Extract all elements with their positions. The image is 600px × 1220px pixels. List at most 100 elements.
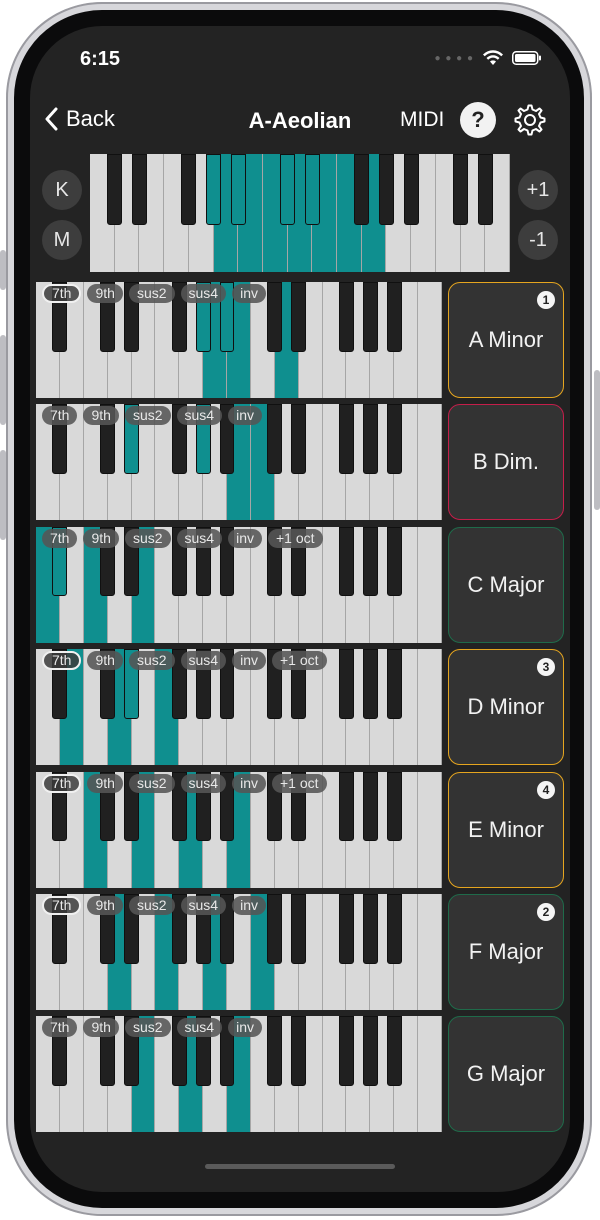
chip-7th[interactable]: 7th [42,896,82,915]
chip-sus4[interactable]: sus4 [180,896,227,915]
white-key[interactable] [418,894,442,1010]
chip-sus4[interactable]: sus4 [180,651,227,671]
home-indicator[interactable] [205,1164,395,1169]
black-key[interactable] [386,771,402,842]
chord-keyboard[interactable]: 7th 9th sus2 sus4 inv +1 oct [36,649,442,766]
black-key[interactable] [267,282,283,352]
chip-9th[interactable]: 9th [87,773,123,793]
black-key[interactable] [386,282,402,352]
chord-button[interactable]: A Minor 1 [448,282,564,398]
chip-inv[interactable]: inv [232,896,266,915]
black-key[interactable] [339,771,354,842]
settings-button[interactable] [512,102,548,138]
chip-9th[interactable]: 9th [87,896,123,915]
black-key[interactable] [267,894,283,964]
black-key[interactable] [403,154,419,225]
chip-sus2[interactable]: sus2 [128,896,175,915]
black-key[interactable] [339,404,354,474]
black-key[interactable] [378,154,395,225]
chord-keyboard[interactable]: 7th 9th sus2 sus4 inv +1 oct [36,526,442,643]
chip-1oct[interactable]: +1 oct [272,773,327,793]
chip-sus4[interactable]: sus4 [176,528,223,548]
black-key[interactable] [362,1016,378,1086]
black-key[interactable] [386,649,402,719]
scale-keyboard[interactable] [90,154,510,272]
k-button[interactable]: K [42,170,82,210]
black-key[interactable] [181,154,197,225]
black-key[interactable] [386,404,402,474]
black-key[interactable] [339,282,354,352]
octave-down-button[interactable]: -1 [518,220,558,260]
black-key[interactable] [362,771,378,842]
black-key[interactable] [477,154,493,225]
black-key[interactable] [362,649,378,719]
chip-inv[interactable]: inv [228,528,262,548]
black-key[interactable] [386,1016,402,1086]
white-key[interactable] [418,404,442,521]
chip-sus2[interactable]: sus2 [128,651,175,671]
chip-inv[interactable]: inv [232,651,266,671]
black-key[interactable] [267,1016,283,1086]
chip-sus2[interactable]: sus2 [124,528,171,548]
black-key[interactable] [362,282,378,352]
chord-button[interactable]: D Minor 3 [448,649,564,766]
black-key[interactable] [205,154,222,225]
chord-keyboard[interactable]: 7th 9th sus2 sus4 inv [36,404,442,521]
chord-button[interactable]: G Major [448,1016,564,1133]
chord-button[interactable]: F Major 2 [448,894,564,1010]
black-key[interactable] [291,282,307,352]
black-key[interactable] [131,154,148,225]
midi-button[interactable]: MIDI [400,108,444,132]
black-key[interactable] [354,154,370,225]
black-key[interactable] [267,404,283,474]
black-key[interactable] [230,154,246,225]
chip-9th[interactable]: 9th [83,406,119,426]
chord-button[interactable]: E Minor 4 [448,771,564,888]
chip-sus4[interactable]: sus4 [180,773,227,793]
chip-inv[interactable]: inv [232,773,266,793]
chip-sus2[interactable]: sus2 [128,773,175,793]
chip-9th[interactable]: 9th [83,1018,119,1038]
black-key[interactable] [279,154,296,225]
chip-7th[interactable]: 7th [42,528,78,548]
octave-up-button[interactable]: +1 [518,170,558,210]
chip-7th[interactable]: 7th [42,284,82,303]
chip-1oct[interactable]: +1 oct [272,651,327,671]
white-key[interactable] [418,282,442,398]
chip-sus4[interactable]: sus4 [176,406,223,426]
chip-inv[interactable]: inv [228,1018,262,1038]
black-key[interactable] [291,404,307,474]
black-key[interactable] [339,1016,354,1086]
black-key[interactable] [339,526,354,597]
chip-7th[interactable]: 7th [42,406,78,426]
black-key[interactable] [362,404,378,474]
black-key[interactable] [304,154,320,225]
black-key[interactable] [386,526,402,597]
help-button[interactable]: ? [460,102,496,138]
chord-keyboard[interactable]: 7th 9th sus2 sus4 inv [36,282,442,398]
white-key[interactable] [418,1016,442,1133]
chip-7th[interactable]: 7th [42,773,82,793]
black-key[interactable] [386,894,402,964]
chord-button[interactable]: C Major [448,526,564,643]
white-key[interactable] [418,771,442,888]
chip-sus2[interactable]: sus2 [124,1018,171,1038]
chord-keyboard[interactable]: 7th 9th sus2 sus4 inv [36,1016,442,1133]
black-key[interactable] [107,154,123,225]
chip-7th[interactable]: 7th [42,1018,78,1038]
chord-keyboard[interactable]: 7th 9th sus2 sus4 inv [36,894,442,1010]
chip-1oct[interactable]: +1 oct [268,528,323,548]
chord-keyboard[interactable]: 7th 9th sus2 sus4 inv +1 oct [36,771,442,888]
black-key[interactable] [339,649,354,719]
chip-7th[interactable]: 7th [42,651,82,671]
black-key[interactable] [339,894,354,964]
chip-9th[interactable]: 9th [83,528,119,548]
chip-inv[interactable]: inv [228,406,262,426]
black-key[interactable] [291,1016,307,1086]
chip-sus4[interactable]: sus4 [180,284,227,303]
black-key[interactable] [452,154,469,225]
chip-sus4[interactable]: sus4 [176,1018,223,1038]
chip-9th[interactable]: 9th [87,284,123,303]
white-key[interactable] [418,526,442,643]
chord-button[interactable]: B Dim. [448,404,564,521]
